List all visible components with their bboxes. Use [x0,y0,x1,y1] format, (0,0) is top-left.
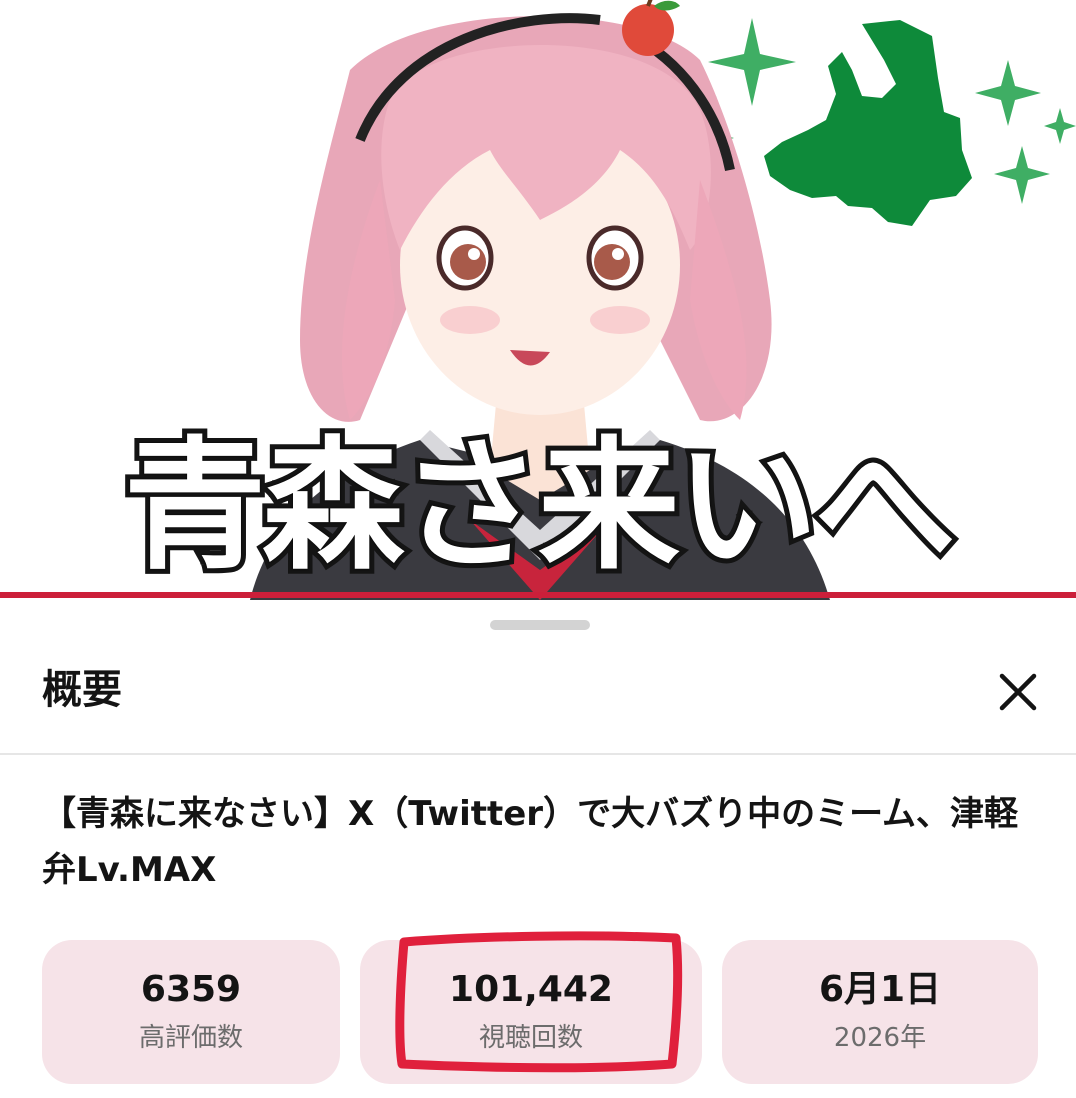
sheet-title: 概要 [42,667,122,713]
video-player[interactable]: 青森さ来いへ [0,0,1076,600]
close-icon [999,673,1037,711]
views-label: 視聴回数 [478,1023,583,1053]
divider [0,753,1076,755]
playback-progress-bar[interactable] [0,592,1076,598]
publish-year: 2026年 [833,1023,927,1053]
drag-handle[interactable] [490,620,590,630]
video-title: 【青森に来なさい】X（Twitter）で大バズり中のミーム、津軽弁Lv.MAX [42,794,1019,890]
likes-stat: 6359 高評価数 [42,940,340,1084]
description-sheet: 概要 【青森に来なさい】X（Twitter）で大バズり中のミーム、津軽弁Lv.M… [0,600,1076,1098]
publish-date: 6月1日 [818,969,942,1010]
date-stat: 6月1日 2026年 [722,940,1038,1084]
aomori-map-icon [764,20,972,226]
thumbnail-caption: 青森さ来いへ [119,419,961,594]
likes-count: 6359 [140,969,242,1010]
views-stat: 101,442 視聴回数 [360,940,702,1084]
close-button[interactable] [988,666,1048,718]
likes-label: 高評価数 [138,1023,243,1053]
views-count: 101,442 [449,969,613,1010]
